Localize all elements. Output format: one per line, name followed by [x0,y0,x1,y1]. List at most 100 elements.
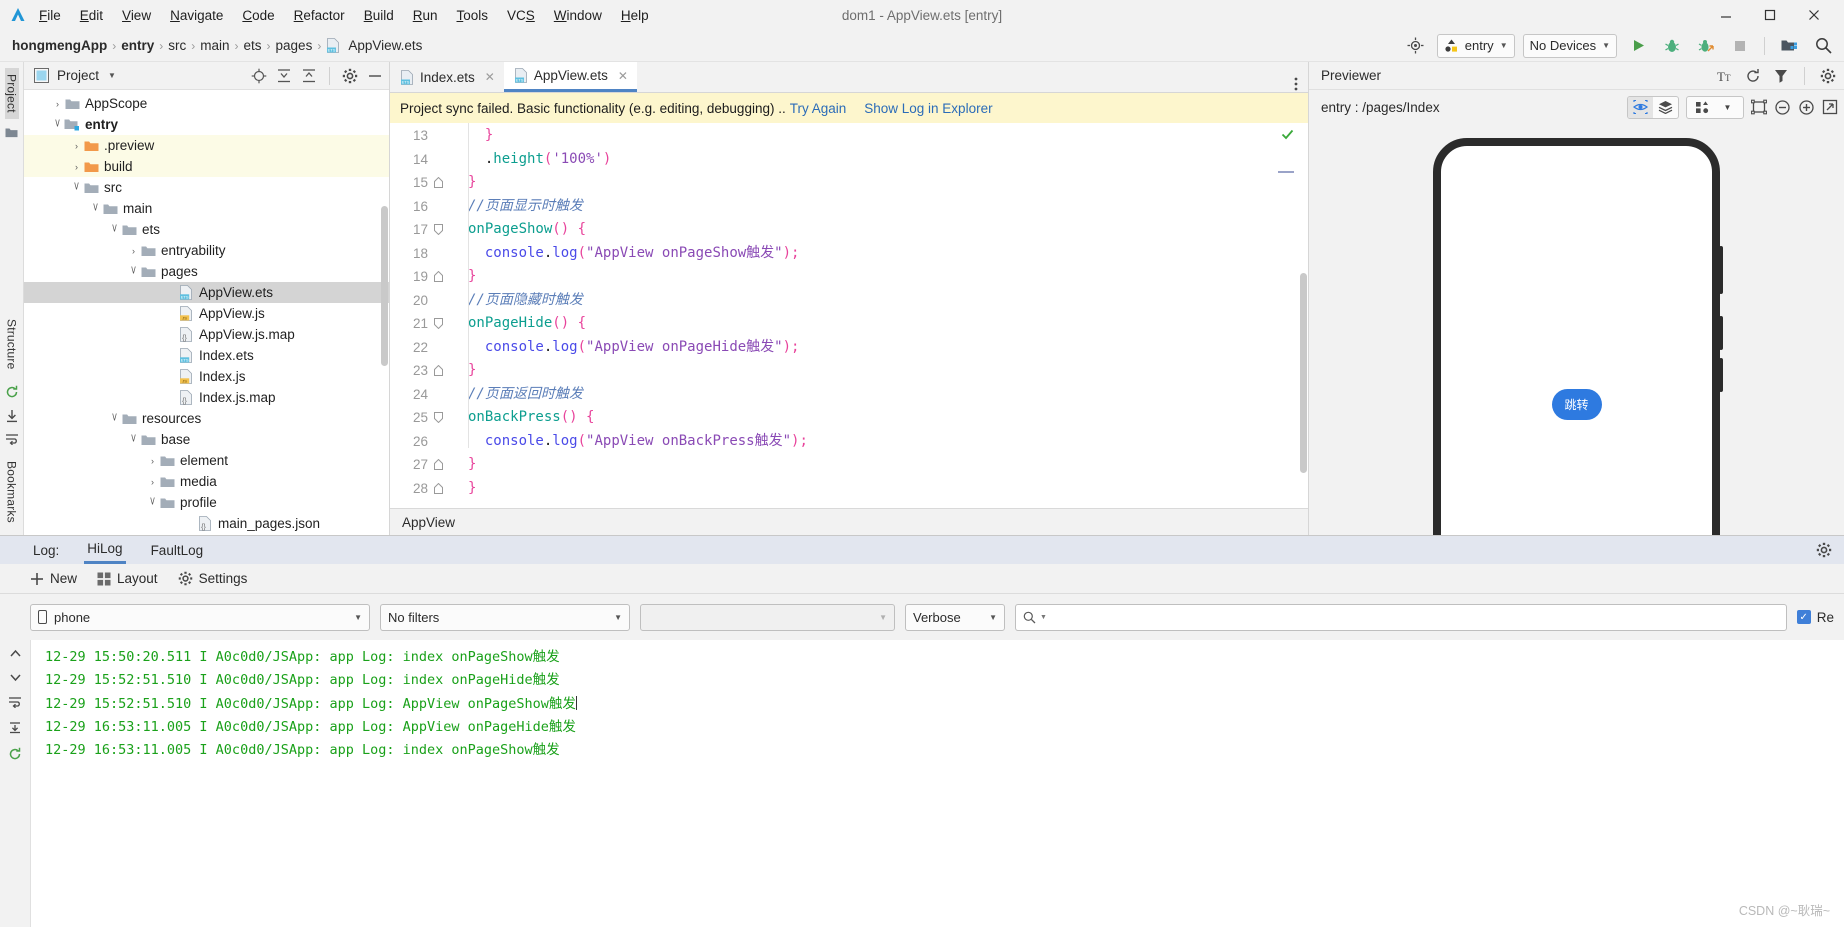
tree-item-entryability[interactable]: › entryability [24,240,389,261]
tab-hilog[interactable]: HiLog [84,536,126,564]
project-tree[interactable]: › AppScope ˅ entry › .preview › build ˅ src ˅ main ˅… [24,90,389,535]
chevron-down-icon[interactable]: ˅ [146,493,159,509]
hide-panel-icon[interactable] [367,68,383,84]
code-area[interactable]: 13 } 14 .height('100%') 15} 16//页面显示时触发 17 on… [390,123,1308,508]
chevron-down-icon[interactable]: ˅ [70,178,83,194]
show-log-link[interactable]: Show Log in Explorer [864,101,992,116]
chevron-down-icon[interactable]: ▼ [1715,97,1740,118]
chevron-right-icon[interactable]: › [70,141,83,151]
preview-jump-button[interactable]: 跳转 [1551,389,1602,420]
menu-edit[interactable]: Edit [79,6,104,25]
chevron-right-icon[interactable]: › [146,456,159,466]
zoom-out-icon[interactable] [1774,99,1791,116]
breadcrumb-item-3[interactable]: main [200,38,229,53]
tree-item-pages[interactable]: ˅ pages [24,261,389,282]
sidebar-item-structure[interactable]: Structure [5,313,19,376]
attach-debugger-button[interactable] [1693,33,1719,59]
code-line[interactable]: 17 onPageShow() { [390,218,1308,242]
breadcrumb-item-1[interactable]: entry [121,38,154,53]
refresh-icon[interactable] [1745,68,1761,84]
editor-scrollbar[interactable] [1300,273,1307,473]
chevron-right-icon[interactable]: › [146,477,159,487]
chevron-down-icon[interactable]: ˅ [127,430,140,446]
code-line[interactable]: 20 //页面隐藏时触发 [390,289,1308,313]
select-target-icon[interactable] [1403,33,1429,59]
menu-run[interactable]: Run [412,6,439,25]
debug-button[interactable] [1659,33,1685,59]
layout-button[interactable]: Layout [97,571,158,586]
close-icon[interactable]: ✕ [618,69,628,83]
menu-window[interactable]: Window [553,6,603,25]
breadcrumb-item-5[interactable]: pages [276,38,313,53]
minimize-button[interactable] [1704,0,1748,30]
code-line[interactable]: 19} [390,265,1308,289]
tab-faultlog[interactable]: FaultLog [148,536,207,564]
zoom-in-icon[interactable] [1798,99,1815,116]
project-tree-scrollbar[interactable] [381,206,388,366]
code-line[interactable]: 15} [390,171,1308,195]
chevron-down-icon[interactable]: ˅ [108,409,121,425]
scroll-down-icon[interactable] [9,672,22,683]
expand-all-icon[interactable] [276,68,292,84]
chevron-down-icon[interactable]: ˅ [51,115,64,131]
code-line[interactable]: 21 onPageHide() { [390,312,1308,336]
tree-item-appview-js-map[interactable]: {} AppView.js.map [24,324,389,345]
scroll-up-icon[interactable] [9,648,22,659]
collapse-all-icon[interactable] [301,68,317,84]
fold-marker-icon[interactable] [434,318,452,330]
log-line[interactable]: 12-29 15:52:51.510 I A0c0d0/JSApp: app L… [45,693,1844,716]
menu-view[interactable]: View [121,6,152,25]
breadcrumb-item-2[interactable]: src [168,38,186,53]
code-line[interactable]: 25 onBackPress() { [390,406,1308,430]
tree-item-src[interactable]: ˅ src [24,177,389,198]
code-line[interactable]: 13 } [390,124,1308,148]
sidebar-item-bookmarks[interactable]: Bookmarks [5,455,19,529]
tree-item-element[interactable]: › element [24,450,389,471]
menu-vcs[interactable]: VCS [506,6,536,25]
tree-item-appscope[interactable]: › AppScope [24,93,389,114]
chevron-right-icon[interactable]: › [70,162,83,172]
editor-tab-index[interactable]: ETS Index.ets ✕ [390,62,504,92]
code-line[interactable]: 22 console.log("AppView onPageHide触发"); [390,336,1308,360]
tree-item-entry[interactable]: ˅ entry [24,114,389,135]
device-filter-select[interactable]: phone ▼ [30,603,370,631]
editor-tab-appview[interactable]: ETS AppView.ets ✕ [503,62,637,92]
more-vertical-icon[interactable] [1294,76,1298,92]
chevron-down-icon[interactable]: ▼ [108,71,116,80]
layers-icon[interactable] [1653,97,1678,118]
chevron-down-icon[interactable]: ˅ [89,199,102,215]
log-search-input[interactable]: ▼ [1015,603,1787,631]
tree-item-ets[interactable]: ˅ ets [24,219,389,240]
new-log-tab-button[interactable]: New [30,571,77,586]
log-line[interactable]: 12-29 15:50:20.511 I A0c0d0/JSApp: app L… [45,646,1844,669]
soft-wrap-icon[interactable] [8,696,22,708]
font-size-icon[interactable]: TT [1717,69,1733,83]
search-button[interactable] [1810,33,1836,59]
menu-help[interactable]: Help [620,6,650,25]
folder-icon[interactable] [5,127,18,138]
chevron-down-icon[interactable]: ˅ [127,262,140,278]
menu-code[interactable]: Code [241,6,275,25]
preview-mode-toggle[interactable] [1627,95,1679,119]
soft-wrap-icon[interactable] [5,433,19,446]
log-output-area[interactable]: 12-29 15:50:20.511 I A0c0d0/JSApp: app L… [0,640,1844,927]
code-line[interactable]: 26 console.log("AppView onBackPress触发"); [390,430,1308,454]
tree-item-index-js[interactable]: JS Index.js [24,366,389,387]
log-panel-settings[interactable] [1816,542,1844,558]
code-line[interactable]: 14 .height('100%') [390,148,1308,172]
log-filter-select[interactable]: No filters ▼ [380,603,630,631]
preview-stage[interactable]: 跳转 [1309,124,1844,535]
code-line[interactable]: 24 //页面返回时触发 [390,383,1308,407]
maximize-button[interactable] [1748,0,1792,30]
code-line[interactable]: 16 //页面显示时触发 [390,195,1308,219]
device-selector[interactable]: No Devices ▼ [1522,33,1617,58]
fit-screen-icon[interactable] [1822,99,1838,115]
restart-icon[interactable] [5,385,19,399]
fold-marker-icon[interactable] [434,224,452,236]
chevron-right-icon[interactable]: › [51,99,64,109]
tree-item-appview-ets[interactable]: ETS AppView.ets [24,282,389,303]
multi-device-icon[interactable] [1690,97,1715,118]
menu-navigate[interactable]: Navigate [169,6,224,25]
code-line[interactable]: 28} [390,477,1308,501]
try-again-link[interactable]: Try Again [790,101,847,116]
